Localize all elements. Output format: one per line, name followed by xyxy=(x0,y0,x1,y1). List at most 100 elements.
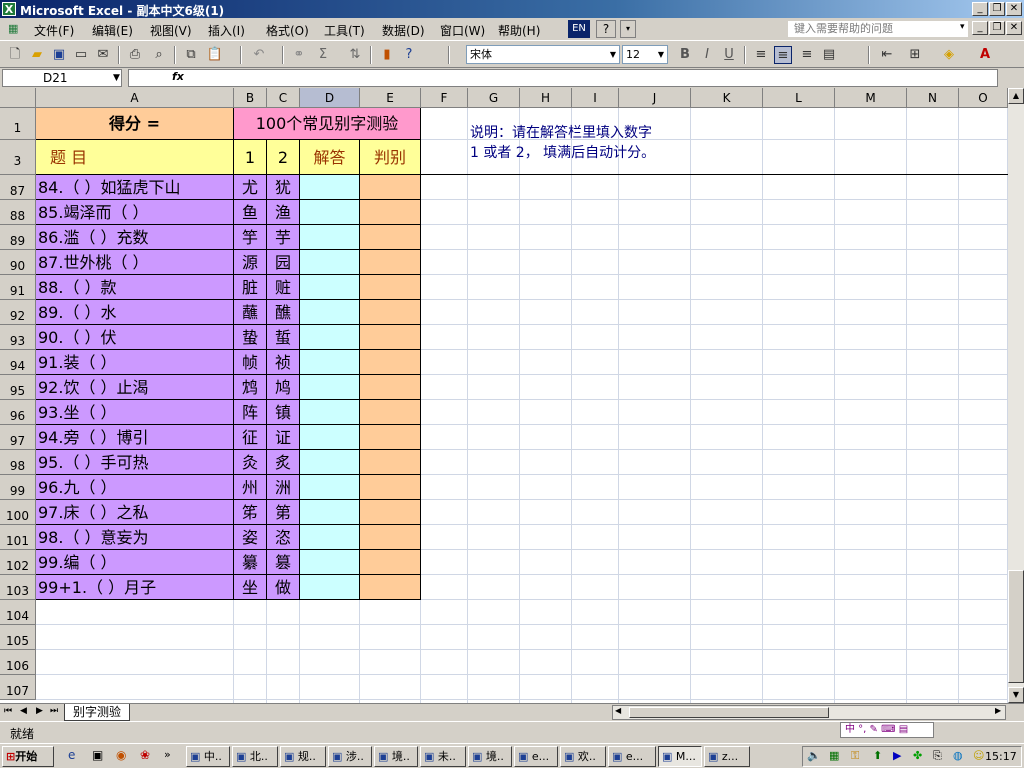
answer-input-cell[interactable] xyxy=(300,250,360,275)
row-header[interactable]: 88 xyxy=(0,200,36,225)
doc-close-button[interactable]: ✕ xyxy=(1006,21,1022,35)
spreadsheet-grid[interactable]: ABCDEFGHIJKLMNO 1 3 87 88 89 90 91 92 93 94 95 96 97… xyxy=(0,88,1008,703)
row-header[interactable]: 96 xyxy=(0,400,36,425)
option2-cell[interactable]: 洲 xyxy=(267,475,300,500)
desktop-icon[interactable]: ▣ xyxy=(92,748,103,762)
option1-cell[interactable]: 姿 xyxy=(234,525,267,550)
row-header[interactable]: 107 xyxy=(0,675,36,700)
autosum-icon[interactable]: Σ xyxy=(314,46,332,64)
chevron-down-icon[interactable]: ▼ xyxy=(607,46,619,63)
fill-color-icon[interactable]: ◈ xyxy=(940,46,958,64)
answer-input-cell[interactable] xyxy=(300,275,360,300)
taskbar-item[interactable]: ▣ M... xyxy=(658,746,702,767)
option2-cell[interactable]: 醮 xyxy=(267,300,300,325)
row-header[interactable]: 3 xyxy=(0,140,36,175)
answer-input-cell[interactable] xyxy=(300,175,360,200)
chevron-down-icon[interactable]: ▾ xyxy=(960,22,965,32)
test-title-cell[interactable]: 100个常见别字测验 xyxy=(234,108,421,140)
row-header[interactable]: 92 xyxy=(0,300,36,325)
option1-cell[interactable]: 蛰 xyxy=(234,325,267,350)
font-name-select[interactable]: 宋体 ▼ xyxy=(466,45,620,64)
question-cell[interactable]: 97.床（ ）之私 xyxy=(36,500,234,525)
judge-cell[interactable] xyxy=(360,400,421,425)
option2-cell[interactable]: 犹 xyxy=(267,175,300,200)
column-header-o[interactable]: O xyxy=(959,88,1008,108)
answer-input-cell[interactable] xyxy=(300,425,360,450)
option2-header-cell[interactable]: 2 xyxy=(267,140,300,175)
score-label-cell[interactable]: 得分 = xyxy=(36,108,234,140)
answer-input-cell[interactable] xyxy=(300,300,360,325)
question-cell[interactable]: 91.装（ ） xyxy=(36,350,234,375)
menu-view[interactable]: 视图(V) xyxy=(150,22,192,39)
underline-button[interactable]: U xyxy=(720,46,738,64)
question-cell[interactable]: 96.九（ ） xyxy=(36,475,234,500)
doc-restore-button[interactable]: ❐ xyxy=(989,21,1005,35)
answer-input-cell[interactable] xyxy=(300,550,360,575)
question-cell[interactable]: 90.（ ）伏 xyxy=(36,325,234,350)
question-header-cell[interactable]: 题 目 xyxy=(36,140,234,175)
taskbar-item[interactable]: ▣ e... xyxy=(514,746,558,767)
answer-input-cell[interactable] xyxy=(300,225,360,250)
question-cell[interactable]: 85.竭泽而（ ） xyxy=(36,200,234,225)
question-cell[interactable]: 99+1.（ ）月子 xyxy=(36,575,234,600)
row-header[interactable]: 104 xyxy=(0,600,36,625)
answer-input-cell[interactable] xyxy=(300,525,360,550)
option1-cell[interactable]: 阵 xyxy=(234,400,267,425)
ie-icon[interactable]: e xyxy=(68,748,75,762)
taskbar-item[interactable]: ▣ 涉.. xyxy=(328,746,372,767)
smiley-icon[interactable]: ☺ xyxy=(973,749,984,762)
name-box[interactable]: D21 ▼ xyxy=(2,69,122,87)
chevron-down-icon[interactable]: ▼ xyxy=(655,46,667,63)
column-header-j[interactable]: J xyxy=(619,88,691,108)
menu-edit[interactable]: 编辑(E) xyxy=(92,22,133,39)
question-cell[interactable]: 92.饮（ ）止渴 xyxy=(36,375,234,400)
menu-tools[interactable]: 工具(T) xyxy=(324,22,365,39)
question-cell[interactable]: 88.（ ）款 xyxy=(36,275,234,300)
judge-cell[interactable] xyxy=(360,350,421,375)
row-header[interactable]: 103 xyxy=(0,575,36,600)
globe-icon[interactable]: ◍ xyxy=(953,749,963,762)
answer-input-cell[interactable] xyxy=(300,400,360,425)
font-color-icon[interactable]: A xyxy=(976,46,994,64)
option2-cell[interactable]: 镇 xyxy=(267,400,300,425)
question-cell[interactable]: 95.（ ）手可热 xyxy=(36,450,234,475)
taskbar-item[interactable]: ▣ 未.. xyxy=(420,746,466,767)
column-header-n[interactable]: N xyxy=(907,88,959,108)
clover-icon[interactable]: ✤ xyxy=(913,749,922,762)
option2-cell[interactable]: 渔 xyxy=(267,200,300,225)
language-indicator[interactable]: EN xyxy=(568,20,590,38)
option1-header-cell[interactable]: 1 xyxy=(234,140,267,175)
volume-icon[interactable]: 🔈 xyxy=(807,749,821,762)
sort-icon[interactable]: ⇅ xyxy=(346,46,364,64)
insert-function-icon[interactable]: fx xyxy=(172,70,184,83)
start-button[interactable]: ⊞开始 xyxy=(2,746,54,767)
option2-cell[interactable]: 芋 xyxy=(267,225,300,250)
question-cell[interactable]: 93.坐（ ） xyxy=(36,400,234,425)
print-preview-icon[interactable]: ⌕ xyxy=(150,46,168,64)
open-icon[interactable]: ▰ xyxy=(28,46,46,64)
align-right-icon[interactable]: ≡ xyxy=(798,46,816,64)
question-cell[interactable]: 98.（ ）意妄为 xyxy=(36,525,234,550)
row-header[interactable]: 99 xyxy=(0,475,36,500)
column-header-c[interactable]: C xyxy=(267,88,300,108)
question-cell[interactable]: 86.滥（ ）充数 xyxy=(36,225,234,250)
option1-cell[interactable]: 征 xyxy=(234,425,267,450)
answer-header-cell[interactable]: 解答 xyxy=(300,140,360,175)
taskbar-item[interactable]: ▣ 欢.. xyxy=(560,746,606,767)
option2-cell[interactable]: 证 xyxy=(267,425,300,450)
tray-app-icon[interactable]: ⎘ xyxy=(933,749,942,763)
judge-cell[interactable] xyxy=(360,525,421,550)
judge-cell[interactable] xyxy=(360,275,421,300)
new-icon[interactable]: 🗋 xyxy=(6,46,24,64)
taskbar-item[interactable]: ▣ 北.. xyxy=(232,746,278,767)
prev-sheet-icon[interactable]: ◀ xyxy=(20,706,27,716)
vertical-scrollbar[interactable]: ▲ ▼ xyxy=(1008,88,1024,703)
update-icon[interactable]: ⬆ xyxy=(873,749,882,762)
row-header[interactable]: 1 xyxy=(0,108,36,140)
menu-format[interactable]: 格式(O) xyxy=(266,22,309,39)
option2-cell[interactable]: 赃 xyxy=(267,275,300,300)
column-header-b[interactable]: B xyxy=(234,88,267,108)
row-header[interactable]: 97 xyxy=(0,425,36,450)
judge-cell[interactable] xyxy=(360,375,421,400)
taskbar-item[interactable]: ▣ 境.. xyxy=(468,746,512,767)
